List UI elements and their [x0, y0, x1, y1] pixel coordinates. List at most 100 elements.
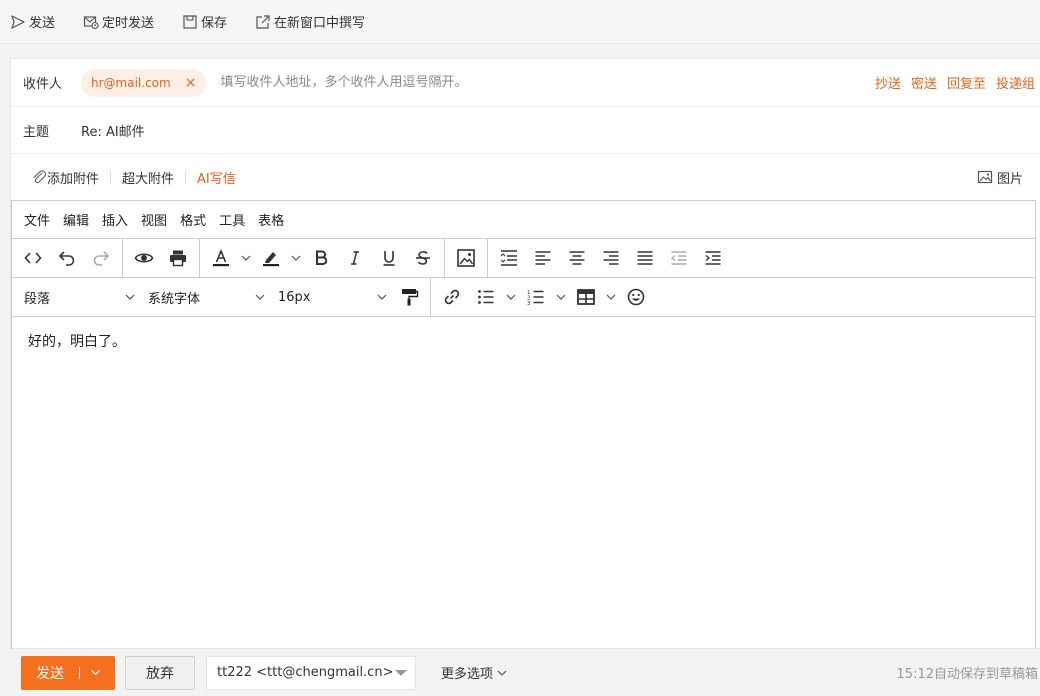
emoji-icon [627, 288, 645, 306]
align-justify-button[interactable] [628, 243, 662, 273]
align-left-icon [535, 251, 551, 265]
undo-button[interactable] [50, 243, 84, 273]
table-icon [577, 289, 595, 305]
text-color-dropdown[interactable] [238, 243, 254, 273]
subject-label: 主题 [23, 124, 50, 140]
outdent-button[interactable] [662, 243, 696, 273]
insert-table-button[interactable] [569, 282, 603, 312]
italic-button[interactable] [338, 243, 372, 273]
editor-toolbar-primary [12, 239, 1035, 278]
link-icon [444, 289, 460, 305]
highlight-color-button[interactable] [254, 243, 288, 273]
editor-toolbar-secondary: 段落 系统字体 16px 123 [12, 278, 1035, 317]
send-top-button[interactable]: 发送 [10, 12, 55, 31]
redo-button[interactable] [84, 243, 118, 273]
paint-roller-icon [402, 289, 419, 306]
insert-image-label: 图片 [996, 171, 1023, 187]
align-right-icon [603, 251, 619, 265]
chevron-down-icon [291, 255, 301, 261]
font-family-select[interactable]: 系统字体 [140, 282, 270, 312]
numbered-list-dropdown[interactable] [553, 282, 569, 312]
numbered-list-button[interactable]: 123 [519, 282, 553, 312]
text-color-button[interactable] [204, 243, 238, 273]
strikethrough-button[interactable] [406, 243, 440, 273]
autosave-status: 15:12自动保存到草稿箱 [896, 667, 1038, 682]
scheduled-send-label: 定时发送 [102, 16, 155, 31]
recipient-row: 收件人 hr@mail.com × 抄送 密送 回复至 投递组 [11, 59, 1040, 107]
line-height-button[interactable] [492, 243, 526, 273]
add-attachment-button[interactable]: 添加附件 [31, 168, 99, 187]
align-left-button[interactable] [526, 243, 560, 273]
image-icon [457, 249, 475, 267]
subject-input[interactable]: Re: AI邮件 [81, 121, 145, 140]
recipient-input[interactable] [220, 70, 865, 95]
large-attachment-button[interactable]: 超大附件 [122, 168, 174, 187]
menu-file[interactable]: 文件 [24, 210, 50, 229]
insert-link-button[interactable] [435, 282, 469, 312]
scheduled-send-button[interactable]: 定时发送 [83, 12, 154, 31]
ai-write-button[interactable]: AI写信 [197, 168, 236, 187]
recipient-chip-text: hr@mail.com [91, 75, 171, 90]
menu-table[interactable]: 表格 [258, 210, 284, 229]
discard-button[interactable]: 放弃 [125, 655, 195, 690]
rich-text-editor: 文件 编辑 插入 视图 格式 工具 表格 段落 系统字体 16px 1 2 3 … [11, 200, 1036, 650]
chevron-down-icon[interactable] [90, 667, 101, 678]
outdent-icon [670, 251, 687, 265]
bold-button[interactable] [304, 243, 338, 273]
block-format-select[interactable]: 段落 [16, 282, 140, 312]
send-icon [11, 14, 25, 29]
menu-view[interactable]: 视图 [141, 210, 167, 229]
format-painter-button[interactable] [392, 282, 426, 312]
cc-link[interactable]: 抄送 [875, 73, 901, 92]
reply-to-link[interactable]: 回复至 [947, 73, 986, 92]
toolbar-group-insert: 123 [431, 278, 657, 316]
remove-recipient-icon[interactable]: × [185, 75, 197, 91]
bcc-link[interactable]: 密送 [911, 73, 937, 92]
numbered-list-icon: 123 [527, 290, 544, 307]
sender-select[interactable]: tt222 <ttt@chengmail.cn> [206, 655, 416, 690]
editor-menubar: 文件 编辑 插入 视图 格式 工具 表格 [12, 201, 1035, 239]
font-family-value: 系统字体 [148, 291, 201, 307]
font-size-select[interactable]: 16px [270, 282, 392, 312]
send-button[interactable]: 发送 [21, 655, 115, 690]
align-center-button[interactable] [560, 243, 594, 273]
menu-tools[interactable]: 工具 [219, 210, 245, 229]
source-code-button[interactable] [16, 243, 50, 273]
menu-format[interactable]: 格式 [180, 210, 206, 229]
image-icon [977, 170, 993, 184]
highlight-color-dropdown[interactable] [288, 243, 304, 273]
editor-body[interactable]: 好的，明白了。 [12, 317, 1035, 365]
preview-button[interactable] [127, 243, 161, 273]
undo-icon [58, 251, 75, 266]
save-icon [183, 14, 197, 29]
redo-icon [93, 251, 110, 266]
insert-table-dropdown[interactable] [603, 282, 619, 312]
toolbar-group-preview [123, 239, 200, 277]
attachment-row: 添加附件 超大附件 AI写信 图片 [11, 154, 1040, 200]
print-button[interactable] [161, 243, 195, 273]
new-window-button[interactable]: 在新窗口中撰写 [255, 12, 365, 31]
insert-image-tool-button[interactable] [449, 243, 483, 273]
sender-value: tt222 <ttt@chengmail.cn> [217, 665, 394, 680]
bullet-list-button[interactable] [469, 282, 503, 312]
divider [185, 170, 187, 184]
underline-button[interactable] [372, 243, 406, 273]
chevron-down-icon [606, 294, 616, 300]
menu-edit[interactable]: 编辑 [63, 210, 89, 229]
text-color-icon [213, 248, 229, 267]
menu-insert[interactable]: 插入 [102, 210, 128, 229]
toolbar-group-font: 段落 系统字体 16px [12, 278, 431, 316]
more-options-label: 更多选项 [441, 667, 494, 682]
emoji-button[interactable] [619, 282, 653, 312]
recipient-chip[interactable]: hr@mail.com × [81, 68, 207, 97]
bullet-list-dropdown[interactable] [503, 282, 519, 312]
align-right-button[interactable] [594, 243, 628, 273]
add-attachment-label: 添加附件 [47, 171, 100, 187]
group-send-link[interactable]: 投递组 [996, 73, 1035, 92]
toolbar-group-history [12, 239, 123, 277]
bottom-action-bar: 发送 放弃 tt222 <ttt@chengmail.cn> 更多选项 15:1… [0, 649, 1040, 696]
indent-button[interactable] [696, 243, 730, 273]
insert-image-button[interactable]: 图片 [977, 168, 1023, 187]
save-button[interactable]: 保存 [182, 12, 227, 31]
more-options-button[interactable]: 更多选项 [441, 663, 508, 682]
